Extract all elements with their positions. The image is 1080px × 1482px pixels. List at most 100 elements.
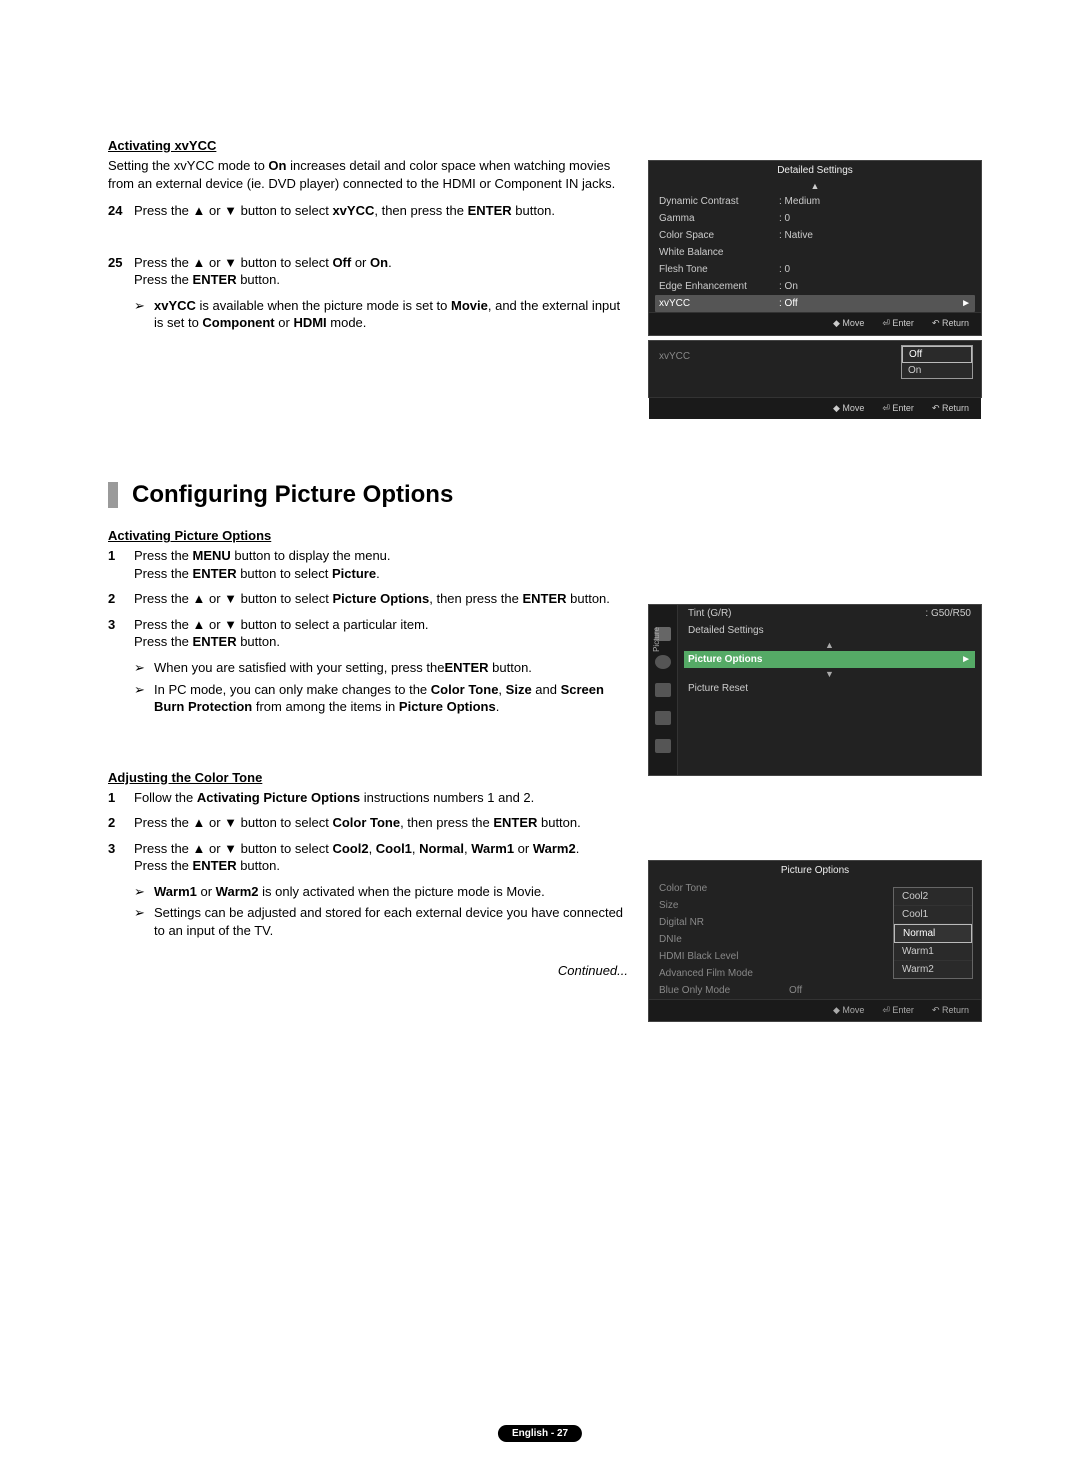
option-on[interactable]: On — [902, 363, 972, 378]
osd-row-label: Color Tone — [659, 883, 789, 894]
continued-label: Continued... — [108, 963, 628, 978]
osd-footer: ◆ Move ⏎ Enter ↶ Return — [649, 999, 981, 1021]
osd-row-label: Flesh Tone — [659, 264, 779, 275]
setup-icon[interactable] — [655, 711, 671, 725]
osd-footer: ◆ Move ⏎ Enter ↶ Return — [649, 397, 981, 419]
osd-row-value: : 0 — [779, 264, 790, 275]
osd-row-label: White Balance — [659, 247, 779, 258]
osd-row-label: DNIe — [659, 934, 789, 945]
page-number-badge: English - 27 — [498, 1425, 582, 1442]
note-arrow-icon: ➢ — [134, 297, 154, 332]
option-warm1[interactable]: Warm1 — [894, 943, 972, 961]
color-tone-dropdown[interactable]: Cool2Cool1NormalWarm1Warm2 — [893, 887, 973, 979]
step-number: 1 — [108, 789, 134, 807]
chevron-right-icon: ► — [961, 298, 971, 309]
footer-move: ◆ Move — [833, 403, 864, 414]
option-cool2[interactable]: Cool2 — [894, 888, 972, 906]
osd-row-label: Color Space — [659, 230, 779, 241]
ct-step-1: 1 Follow the Activating Picture Options … — [108, 789, 628, 807]
section-title: Configuring Picture Options — [108, 482, 1000, 508]
footer-move: ◆ Move — [833, 318, 864, 329]
heading-activating-picture-options: Activating Picture Options — [108, 528, 1000, 543]
osd-row[interactable]: Dynamic Contrast: Medium — [649, 193, 981, 210]
option-off[interactable]: Off — [902, 346, 972, 363]
step-number: 24 — [108, 202, 134, 220]
chevron-right-icon: ► — [961, 654, 971, 665]
sound-icon[interactable] — [655, 655, 671, 669]
step-line: Press the ▲ or ▼ button to select Cool2,… — [134, 840, 628, 858]
osd-row-label: Advanced Film Mode — [659, 968, 789, 979]
osd-row-selected[interactable]: Picture Options ► — [684, 651, 975, 668]
osd-row-label: Blue Only Mode — [659, 985, 789, 996]
note-xvycc: ➢ xvYCC is available when the picture mo… — [134, 297, 628, 332]
osd-picture-menu: Picture Tint (G/R) : G50/R50 Detailed Se… — [648, 604, 982, 776]
option-warm2[interactable]: Warm2 — [894, 961, 972, 978]
input-icon[interactable] — [655, 739, 671, 753]
osd-row-label: Tint (G/R) — [688, 608, 925, 619]
step-body: Press the ▲ or ▼ button to select Cool2,… — [134, 840, 628, 875]
option-normal[interactable]: Normal — [894, 924, 972, 943]
osd-row[interactable]: Flesh Tone: 0 — [649, 261, 981, 278]
osd-row[interactable]: Tint (G/R) : G50/R50 — [678, 605, 981, 622]
osd-row[interactable]: White Balance — [649, 244, 981, 261]
osd-row-value: : Native — [779, 230, 813, 241]
sidebar-label: Picture — [652, 627, 661, 652]
step-line: Press the ▲ or ▼ button to select a part… — [134, 616, 628, 634]
step-line: Press the ENTER button. — [134, 633, 628, 651]
osd-row-selected[interactable]: xvYCC : Off ► — [655, 295, 975, 312]
osd-row[interactable]: Picture Reset — [678, 680, 981, 697]
scroll-up-icon: ▲ — [678, 639, 981, 651]
footer-return: ↶ Return — [932, 403, 969, 414]
osd-title: Picture Options — [649, 861, 981, 880]
scroll-down-icon: ▼ — [678, 668, 981, 680]
option-cool1[interactable]: Cool1 — [894, 906, 972, 924]
osd-row[interactable]: Color Space: Native — [649, 227, 981, 244]
osd-xvycc-label: xvYCC — [659, 351, 690, 362]
osd-row-label: Edge Enhancement — [659, 281, 779, 292]
osd-row-label: Gamma — [659, 213, 779, 224]
osd-row-value: : Off — [779, 298, 798, 309]
osd-row-label: Size — [659, 900, 789, 911]
step-number: 3 — [108, 840, 134, 875]
ct-step-2: 2 Press the ▲ or ▼ button to select Colo… — [108, 814, 628, 832]
note-text: In PC mode, you can only make changes to… — [154, 681, 628, 716]
step-number: 1 — [108, 547, 134, 582]
osd-footer: ◆ Move ⏎ Enter ↶ Return — [649, 312, 981, 335]
step-25: 25 Press the ▲ or ▼ button to select Off… — [108, 254, 628, 289]
footer-enter: ⏎ Enter — [882, 1005, 914, 1016]
step-body: Press the ▲ or ▼ button to select Color … — [134, 814, 628, 832]
step-line: Press the ▲ or ▼ button to select Off or… — [134, 254, 628, 272]
osd-xvycc-options[interactable]: Off On — [901, 345, 973, 379]
note-text: xvYCC is available when the picture mode… — [154, 297, 628, 332]
po-note-1: ➢ When you are satisfied with your setti… — [134, 659, 628, 677]
ct-note-1: ➢ Warm1 or Warm2 is only activated when … — [134, 883, 628, 901]
osd-detailed-settings: Detailed Settings ▲ Dynamic Contrast: Me… — [648, 160, 982, 336]
footer-enter: ⏎ Enter — [882, 403, 914, 414]
step-body: Press the MENU button to display the men… — [134, 547, 628, 582]
step-line: Press the MENU button to display the men… — [134, 547, 628, 565]
footer-return: ↶ Return — [932, 318, 969, 329]
step-body: Press the ▲ or ▼ button to select xvYCC,… — [134, 202, 628, 220]
po-note-2: ➢ In PC mode, you can only make changes … — [134, 681, 628, 716]
note-text: Warm1 or Warm2 is only activated when th… — [154, 883, 545, 901]
osd-row-label: xvYCC — [659, 298, 779, 309]
osd-row[interactable]: Detailed Settings — [678, 622, 981, 639]
scroll-up-icon: ▲ — [649, 180, 981, 193]
intro-xvycc: Setting the xvYCC mode to On increases d… — [108, 157, 628, 192]
footer-move: ◆ Move — [833, 1005, 864, 1016]
po-step-2: 2 Press the ▲ or ▼ button to select Pict… — [108, 590, 628, 608]
osd-row-value: Off — [789, 985, 802, 996]
step-body: Press the ▲ or ▼ button to select Off or… — [134, 254, 628, 289]
osd-row-value: : 0 — [779, 213, 790, 224]
osd-row[interactable]: Blue Only ModeOff — [649, 982, 981, 999]
osd-row[interactable]: Edge Enhancement: On — [649, 278, 981, 295]
step-number: 2 — [108, 814, 134, 832]
osd-row-label: Picture Options — [688, 654, 961, 665]
step-number: 3 — [108, 616, 134, 651]
po-step-3: 3 Press the ▲ or ▼ button to select a pa… — [108, 616, 628, 651]
osd-row[interactable]: Gamma: 0 — [649, 210, 981, 227]
osd-row-label: Picture Reset — [688, 683, 971, 694]
note-arrow-icon: ➢ — [134, 883, 154, 901]
osd-sidebar: Picture — [649, 605, 678, 775]
channel-icon[interactable] — [655, 683, 671, 697]
